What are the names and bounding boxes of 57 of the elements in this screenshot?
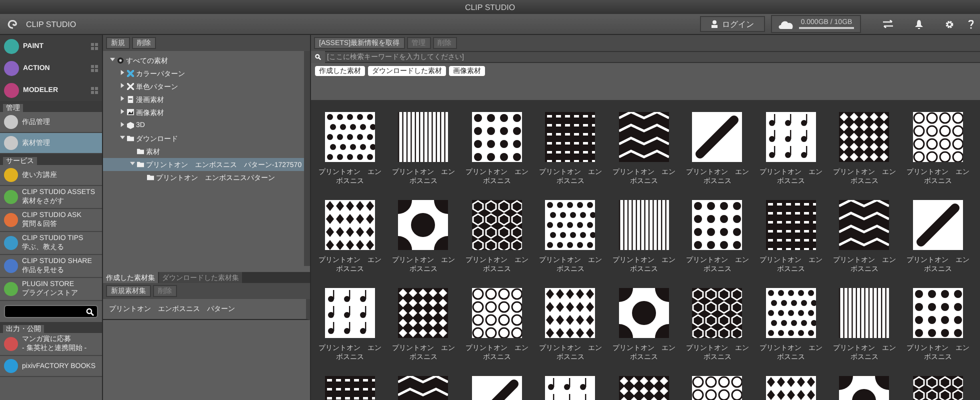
pattern-thumbnail[interactable] — [618, 200, 669, 250]
disc-icon — [117, 57, 124, 64]
pattern-icon — [127, 83, 134, 90]
settings-icon[interactable] — [945, 20, 954, 28]
pattern-thumbnail[interactable] — [766, 200, 816, 250]
pattern-thumbnail[interactable] — [766, 112, 816, 162]
cube-icon — [127, 122, 134, 129]
expanded-arrow-icon[interactable] — [130, 161, 134, 166]
pattern-thumbnail[interactable] — [472, 288, 522, 338]
login-button[interactable]: ログイン — [700, 16, 765, 32]
cloud-icon — [778, 20, 794, 28]
pattern-thumbnail[interactable] — [545, 112, 596, 162]
pattern-thumbnail[interactable] — [398, 288, 448, 338]
pattern-thumbnail[interactable] — [324, 200, 375, 250]
grid-icon[interactable] — [91, 86, 98, 94]
pattern-thumbnail[interactable] — [692, 112, 742, 162]
app-name: CLIP STUDIO — [26, 20, 76, 28]
window-title: CLIP STUDIO — [464, 2, 516, 12]
collapsed-arrow-icon[interactable] — [120, 70, 124, 75]
pattern-thumbnail[interactable] — [839, 112, 890, 162]
spiral-logo-icon — [6, 18, 20, 30]
pattern-thumbnail[interactable] — [472, 200, 522, 250]
pattern-thumbnail[interactable] — [839, 200, 890, 250]
search-icon[interactable] — [86, 308, 94, 316]
expanded-arrow-icon[interactable] — [110, 57, 114, 62]
pattern-thumbnail[interactable] — [545, 288, 596, 338]
pattern-thumbnail[interactable] — [618, 112, 669, 162]
pattern-thumbnail[interactable] — [472, 112, 522, 162]
pattern-thumbnail[interactable] — [398, 112, 448, 162]
search-field[interactable] — [4, 305, 98, 318]
pattern-thumbnail[interactable] — [912, 200, 963, 250]
pattern-thumbnail[interactable] — [766, 288, 816, 338]
collapsed-arrow-icon[interactable] — [120, 96, 124, 101]
pattern-thumbnail[interactable] — [324, 288, 375, 338]
grid-icon[interactable] — [91, 64, 98, 72]
pattern-thumbnail[interactable] — [324, 112, 375, 162]
pattern-thumbnail[interactable] — [692, 200, 742, 250]
help-icon[interactable] — [968, 20, 974, 28]
collapsed-arrow-icon[interactable] — [120, 109, 124, 114]
pattern-thumbnail[interactable] — [398, 200, 448, 250]
pattern-thumbnail[interactable] — [912, 288, 963, 338]
pattern-thumbnail[interactable] — [692, 288, 742, 338]
sync-icon[interactable] — [883, 20, 893, 28]
user-icon — [711, 20, 718, 28]
pattern-thumbnail[interactable] — [839, 288, 890, 338]
collapsed-arrow-icon[interactable] — [120, 83, 124, 88]
bell-icon[interactable] — [915, 20, 923, 28]
search-icon — [315, 54, 321, 60]
expanded-arrow-icon[interactable] — [120, 135, 124, 140]
grid-icon[interactable] — [91, 42, 98, 50]
pattern-icon — [127, 70, 134, 77]
pattern-thumbnail[interactable] — [912, 112, 963, 162]
pattern-thumbnail[interactable] — [618, 288, 669, 338]
pattern-thumbnail[interactable] — [545, 200, 596, 250]
image-icon — [127, 109, 134, 116]
collapsed-arrow-icon[interactable] — [120, 122, 124, 127]
page-icon — [127, 96, 134, 103]
